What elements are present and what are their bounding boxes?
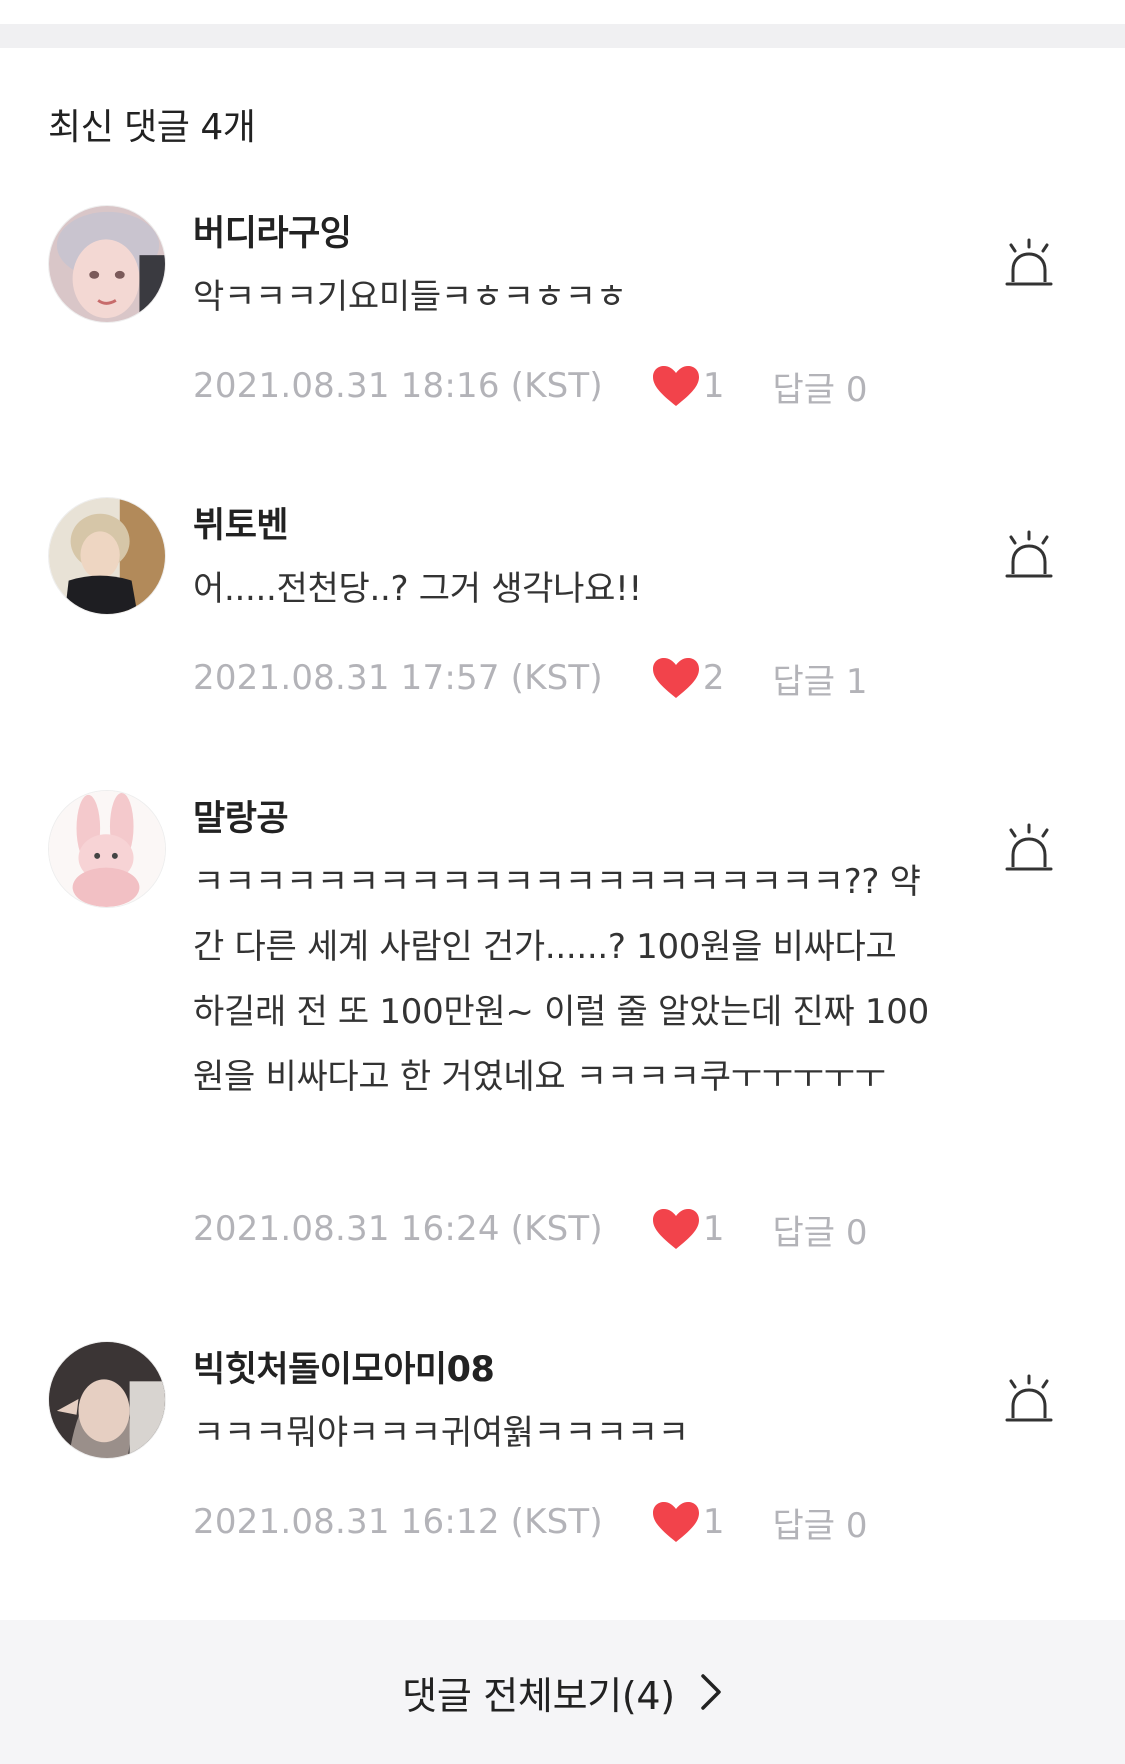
comment-text: ㅋㅋㅋㅋㅋㅋㅋㅋㅋㅋㅋㅋㅋㅋㅋㅋㅋㅋㅋㅋㅋ?? 약간 다른 세계 사람인 건가.… [193, 862, 929, 1097]
alarm-icon [1005, 238, 1053, 286]
avatar[interactable] [48, 1341, 166, 1459]
view-all-comments-button[interactable]: 댓글 전체보기(4) [0, 1620, 1125, 1764]
comment-date: 2021.08.31 16:12 (KST) [193, 1502, 603, 1542]
like-count: 2 [702, 658, 725, 698]
comment-date: 2021.08.31 18:16 (KST) [193, 366, 603, 406]
like-count: 1 [702, 366, 725, 406]
comment-text: 어.....전천당..? 그거 생각나요!! [193, 569, 642, 609]
like-count: 1 [702, 1502, 725, 1542]
report-button[interactable] [1002, 1374, 1056, 1428]
comment-nickname[interactable]: 말랑공 [193, 790, 289, 841]
reply-button[interactable]: 답글 1 [772, 654, 867, 703]
heart-icon [652, 366, 699, 406]
comment-nickname[interactable]: 뷔토벤 [193, 497, 289, 548]
comment-meta: 2021.08.31 16:24 (KST) 1 답글 0 [193, 1205, 867, 1253]
reply-button[interactable]: 답글 0 [772, 1498, 867, 1547]
avatar[interactable] [48, 205, 166, 323]
section-divider [0, 24, 1125, 48]
avatar[interactable] [48, 790, 166, 908]
view-all-comments-label: 댓글 전체보기(4) [402, 1673, 675, 1718]
avatar[interactable] [48, 497, 166, 615]
reply-button[interactable]: 답글 0 [772, 1205, 867, 1254]
like-button[interactable]: 1 [651, 364, 725, 408]
top-strip [0, 0, 1125, 24]
report-button[interactable] [1002, 238, 1056, 292]
reply-button[interactable]: 답글 0 [772, 362, 867, 411]
comment-meta: 2021.08.31 18:16 (KST) 1 답글 0 [193, 362, 867, 410]
comment-date: 2021.08.31 17:57 (KST) [193, 658, 603, 698]
comment-meta: 2021.08.31 17:57 (KST) 2 답글 1 [193, 654, 867, 702]
like-count: 1 [702, 1209, 725, 1249]
chevron-right-icon [701, 1674, 721, 1710]
like-button[interactable]: 2 [651, 656, 725, 700]
like-button[interactable]: 1 [651, 1500, 725, 1544]
comment-date: 2021.08.31 16:24 (KST) [193, 1209, 603, 1249]
heart-icon [652, 1502, 699, 1542]
comment-text: 악ㅋㅋㅋ기요미들ㅋㅎㅋㅎㅋㅎ [193, 277, 627, 317]
comment-meta: 2021.08.31 16:12 (KST) 1 답글 0 [193, 1498, 867, 1546]
comment-nickname[interactable]: 버디라구잉 [193, 205, 352, 256]
alarm-icon [1005, 1374, 1053, 1422]
report-button[interactable] [1002, 823, 1056, 877]
alarm-icon [1005, 823, 1053, 871]
report-button[interactable] [1002, 530, 1056, 584]
heart-icon [652, 658, 699, 698]
comment-nickname[interactable]: 빅힛처돌이모아미08 [193, 1341, 495, 1392]
comment-text: ㅋㅋㅋ뭐야ㅋㅋㅋ귀여웕ㅋㅋㅋㅋㅋ [193, 1413, 689, 1453]
heart-icon [652, 1209, 699, 1249]
section-title: 최신 댓글 4개 [48, 107, 256, 148]
like-button[interactable]: 1 [651, 1207, 725, 1251]
alarm-icon [1005, 530, 1053, 578]
